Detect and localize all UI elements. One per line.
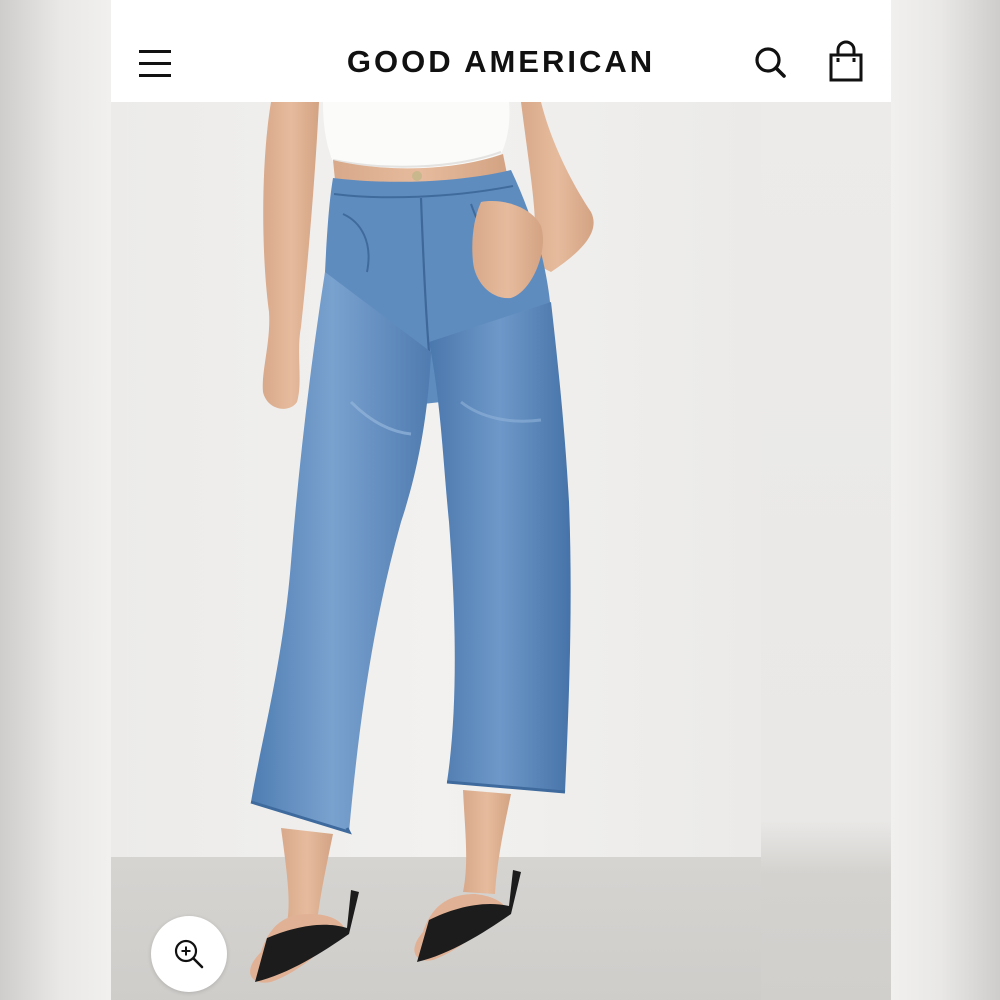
zoom-button[interactable] bbox=[151, 916, 227, 992]
jeans-photo bbox=[111, 102, 761, 1000]
shopping-bag-icon bbox=[829, 40, 863, 82]
next-product-image-peek[interactable] bbox=[761, 102, 891, 1000]
menu-button[interactable] bbox=[137, 44, 173, 82]
product-image[interactable] bbox=[111, 102, 761, 1000]
cart-button[interactable] bbox=[825, 40, 867, 84]
app-window: GOOD AMERICAN bbox=[111, 0, 891, 1000]
zoom-in-icon bbox=[174, 939, 204, 969]
site-header: GOOD AMERICAN bbox=[111, 0, 891, 102]
search-button[interactable] bbox=[751, 44, 791, 82]
hamburger-menu-icon bbox=[139, 50, 171, 53]
brand-logo[interactable]: GOOD AMERICAN bbox=[311, 40, 691, 84]
search-icon bbox=[755, 47, 786, 78]
